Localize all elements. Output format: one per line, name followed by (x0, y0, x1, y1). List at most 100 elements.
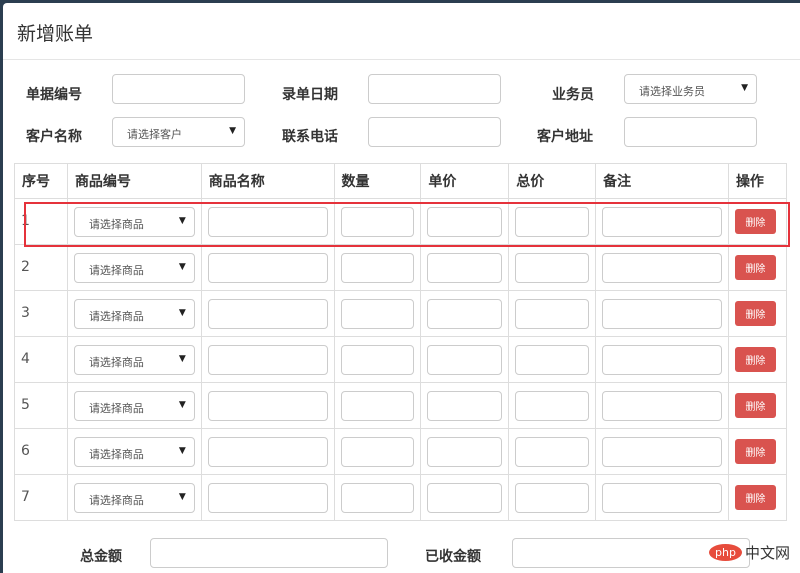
total-price-input[interactable] (515, 298, 590, 329)
product-name-input[interactable] (207, 390, 328, 421)
quantity-input[interactable] (340, 252, 415, 283)
address-label: 客户地址 (537, 129, 593, 145)
delete-button[interactable]: 删除 (734, 393, 776, 418)
watermark: php 中文网 (709, 542, 790, 563)
product-select[interactable]: 请选择商品 ▼ (73, 298, 195, 329)
column-header: 数量 (333, 163, 422, 199)
total-price-input[interactable] (515, 344, 590, 375)
unit-price-input[interactable] (427, 206, 503, 237)
remark-input[interactable] (602, 482, 722, 513)
row-number: 3 (14, 290, 68, 337)
total-price-input[interactable] (515, 482, 590, 513)
total-price-input[interactable] (515, 390, 590, 421)
column-header: 总价 (508, 163, 597, 199)
product-select[interactable]: 请选择商品 ▼ (73, 390, 195, 421)
customer-select[interactable]: 请选择客户 ▼ (112, 117, 245, 147)
salesman-select[interactable]: 请选择业务员 ▼ (624, 74, 757, 104)
product-name-input[interactable] (207, 344, 328, 375)
caret-down-icon: ▼ (178, 215, 186, 226)
column-header: 备注 (595, 163, 729, 199)
caret-down-icon: ▼ (178, 261, 186, 272)
unit-price-input[interactable] (427, 298, 503, 329)
column-header: 序号 (14, 163, 68, 199)
bill-no-input[interactable] (112, 74, 245, 104)
table-row: 2 请选择商品 ▼ 删除 (14, 244, 788, 291)
product-select[interactable]: 请选择商品 ▼ (73, 482, 195, 513)
column-header: 商品编号 (66, 163, 202, 199)
product-select[interactable]: 请选择商品 ▼ (73, 252, 195, 283)
unit-price-input[interactable] (427, 436, 503, 467)
column-header: 商品名称 (200, 163, 335, 199)
quantity-input[interactable] (340, 482, 415, 513)
phone-input[interactable] (368, 117, 501, 147)
quantity-input[interactable] (340, 206, 415, 237)
caret-down-icon: ▼ (741, 83, 748, 93)
product-placeholder: 请选择商品 (88, 493, 144, 507)
column-header: 单价 (420, 163, 510, 199)
product-select[interactable]: 请选择商品 ▼ (73, 206, 195, 237)
total-label: 总金额 (80, 549, 122, 565)
phone-label: 联系电话 (282, 129, 338, 145)
watermark-text: 中文网 (744, 544, 790, 562)
product-select[interactable]: 请选择商品 ▼ (73, 344, 195, 375)
quantity-input[interactable] (340, 390, 415, 421)
quantity-input[interactable] (340, 436, 415, 467)
total-price-input[interactable] (515, 436, 590, 467)
remark-input[interactable] (602, 436, 722, 467)
entry-date-input[interactable] (368, 74, 501, 104)
remark-input[interactable] (602, 206, 722, 237)
table-row: 5 请选择商品 ▼ 删除 (14, 382, 788, 429)
delete-button[interactable]: 删除 (734, 439, 776, 464)
received-label: 已收金额 (425, 549, 481, 565)
delete-button[interactable]: 删除 (734, 209, 776, 234)
table-row: 6 请选择商品 ▼ 删除 (14, 428, 788, 475)
product-name-input[interactable] (207, 482, 328, 513)
salesman-placeholder: 请选择业务员 (639, 85, 705, 98)
entry-date-label: 录单日期 (282, 87, 338, 103)
quantity-input[interactable] (340, 344, 415, 375)
row-number: 4 (14, 336, 68, 383)
column-header: 操作 (727, 163, 788, 199)
quantity-input[interactable] (340, 298, 415, 329)
items-table: 序号 商品编号 商品名称 数量 单价 总价 备注 操作 1 请选择商品 ▼ 删除 2 请选择商品 ▼ 删除 3… (14, 163, 788, 521)
unit-price-input[interactable] (427, 482, 503, 513)
modal-title: 新增账单 (3, 3, 800, 60)
delete-button[interactable]: 删除 (734, 485, 776, 510)
total-price-input[interactable] (515, 206, 590, 237)
table-row: 1 请选择商品 ▼ 删除 (14, 198, 788, 245)
remark-input[interactable] (602, 344, 722, 375)
caret-down-icon: ▼ (178, 445, 186, 456)
watermark-logo: php (709, 544, 742, 561)
product-name-input[interactable] (207, 252, 328, 283)
row-number: 2 (14, 244, 68, 291)
product-placeholder: 请选择商品 (88, 263, 144, 277)
product-select[interactable]: 请选择商品 ▼ (73, 436, 195, 467)
total-price-input[interactable] (515, 252, 590, 283)
product-name-input[interactable] (207, 206, 328, 237)
delete-button[interactable]: 删除 (734, 255, 776, 280)
product-name-input[interactable] (207, 436, 328, 467)
customer-label: 客户名称 (26, 129, 82, 145)
caret-down-icon: ▼ (229, 126, 236, 136)
total-input[interactable] (150, 538, 388, 568)
remark-input[interactable] (602, 298, 722, 329)
delete-button[interactable]: 删除 (734, 347, 776, 372)
table-row: 3 请选择商品 ▼ 删除 (14, 290, 788, 337)
remark-input[interactable] (602, 252, 722, 283)
product-placeholder: 请选择商品 (88, 355, 144, 369)
table-row: 4 请选择商品 ▼ 删除 (14, 336, 788, 383)
salesman-label: 业务员 (552, 87, 594, 103)
address-input[interactable] (624, 117, 757, 147)
unit-price-input[interactable] (427, 390, 503, 421)
product-name-input[interactable] (207, 298, 328, 329)
product-placeholder: 请选择商品 (88, 447, 144, 461)
product-placeholder: 请选择商品 (88, 309, 144, 323)
row-number: 1 (14, 198, 68, 245)
remark-input[interactable] (602, 390, 722, 421)
unit-price-input[interactable] (427, 252, 503, 283)
unit-price-input[interactable] (427, 344, 503, 375)
table-row: 7 请选择商品 ▼ 删除 (14, 474, 788, 521)
row-number: 7 (14, 474, 68, 521)
customer-placeholder: 请选择客户 (127, 128, 182, 141)
delete-button[interactable]: 删除 (734, 301, 776, 326)
